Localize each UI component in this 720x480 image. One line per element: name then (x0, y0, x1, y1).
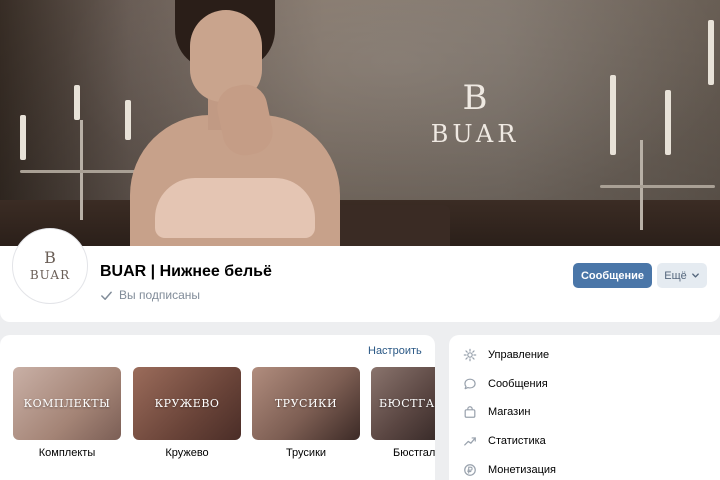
collection-tile-overlay: КРУЖЕВО (154, 397, 220, 410)
more-button-label: Ещё (664, 269, 687, 282)
collection-tile-overlay: ТРУСИКИ (274, 397, 338, 410)
menu-item-label: Магазин (488, 406, 531, 418)
checkmark-icon (101, 291, 112, 300)
menu-item-messages[interactable]: Сообщения (463, 377, 548, 391)
menu-item-label: Управление (488, 349, 550, 361)
collection-caption[interactable]: Комплекты (13, 447, 121, 459)
avatar-monogram: B (44, 248, 56, 267)
subscription-status[interactable]: Вы подписаны (100, 288, 200, 302)
collection-tile-overlay: КОМПЛЕКТЫ (23, 397, 111, 410)
menu-item-management[interactable]: Управление (463, 348, 549, 362)
subscription-status-label: Вы подписаны (119, 288, 200, 302)
collection-caption[interactable]: Кружево (133, 447, 241, 459)
avatar-word: BUAR (29, 268, 71, 282)
collection-tile-lace[interactable]: КРУЖЕВО (133, 367, 241, 440)
menu-item-label: Статистика (488, 435, 546, 447)
more-button[interactable]: Ещё (657, 263, 707, 288)
message-button[interactable]: Сообщение (573, 263, 652, 288)
menu-item-shop[interactable]: Магазин (463, 405, 530, 419)
community-title: BUAR | Нижнее бельё (100, 263, 272, 280)
cover-brand-word: BUAR (430, 120, 520, 148)
shopping-bag-icon (464, 406, 476, 418)
setup-link[interactable]: Настроить (368, 345, 422, 357)
chevron-down-icon (691, 273, 699, 278)
collection-tile-overlay: БЮСТГАЛ (379, 397, 435, 410)
collection-caption[interactable]: Трусики (252, 447, 360, 459)
cover-model-photo (120, 0, 350, 248)
ruble-coin-icon (464, 464, 476, 476)
collection-tile-sets[interactable]: КОМПЛЕКТЫ (13, 367, 121, 440)
community-avatar[interactable]: B BUAR (12, 228, 88, 304)
menu-item-label: Сообщения (488, 378, 548, 390)
collection-tile-bras[interactable]: БЮСТГАЛ (371, 367, 435, 440)
trend-chart-icon (464, 437, 476, 446)
cover-brand-logo: B BUAR (415, 80, 535, 148)
collection-caption[interactable]: Бюстгал (371, 447, 435, 459)
menu-item-statistics[interactable]: Статистика (463, 434, 546, 448)
chat-bubble-icon (464, 378, 476, 390)
collection-tile-panties[interactable]: ТРУСИКИ (252, 367, 360, 440)
gear-icon (463, 348, 477, 362)
menu-item-label: Монетизация (488, 464, 556, 476)
cover-image: B BUAR (0, 0, 720, 248)
cover-brand-monogram: B (462, 78, 488, 118)
menu-item-monetization[interactable]: Монетизация (463, 463, 556, 477)
